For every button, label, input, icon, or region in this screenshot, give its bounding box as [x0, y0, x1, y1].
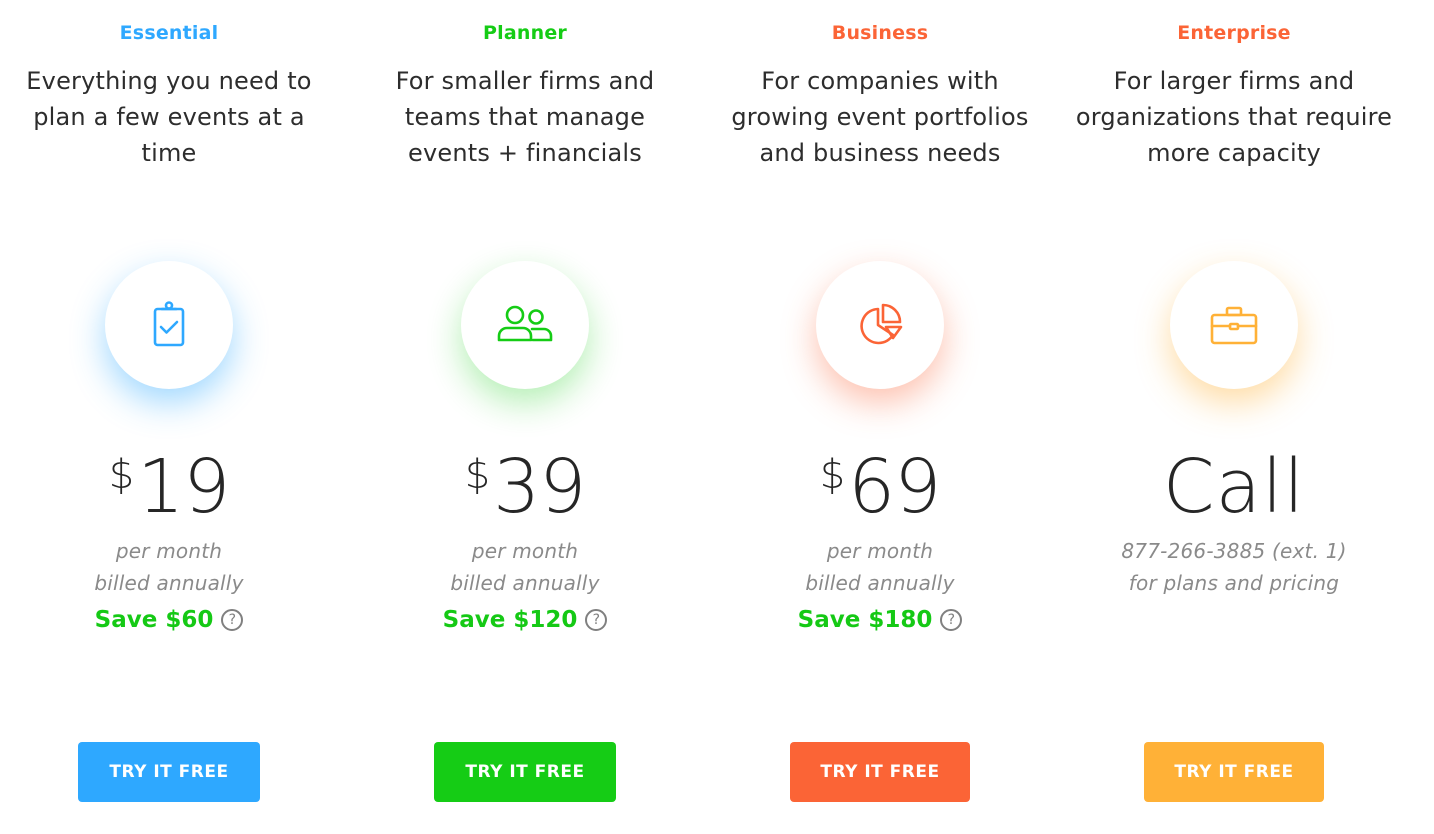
users-icon: [497, 305, 553, 342]
savings-label: Save $60: [94, 607, 214, 633]
savings-note: Save $60 ?: [0, 607, 339, 633]
plan-price: Call: [1064, 445, 1404, 549]
help-icon[interactable]: ?: [221, 609, 244, 631]
description-line: For companies with: [761, 67, 999, 95]
price-amount: Call: [1162, 444, 1306, 530]
description-line: and business needs: [759, 139, 1001, 167]
plan-card-essential: Essential Everything you need to plan a …: [0, 0, 339, 834]
try-it-free-button[interactable]: TRY IT FREE: [78, 742, 260, 802]
plan-price: $69: [710, 445, 1050, 549]
savings-note: Save $120 ?: [355, 607, 695, 633]
plan-card-business: Business For companies with growing even…: [710, 0, 1050, 834]
billing-line: per month: [471, 539, 579, 563]
plan-icon-circle: [1170, 261, 1298, 389]
plan-description: For companies with growing event portfol…: [710, 63, 1050, 171]
phone-number: 877-266-3885 (ext. 1): [1121, 539, 1347, 563]
billing-line: billed annually: [94, 571, 244, 595]
description-line: teams that manage: [404, 103, 646, 131]
plan-price: $19: [0, 445, 339, 549]
try-it-free-button[interactable]: TRY IT FREE: [434, 742, 616, 802]
plan-price: $39: [355, 445, 695, 549]
billing-note: per month billed annually: [355, 535, 695, 599]
plan-icon-circle: [461, 261, 589, 389]
briefcase-icon: [1210, 306, 1258, 345]
price-amount: 19: [137, 444, 230, 530]
help-icon[interactable]: ?: [940, 609, 963, 631]
try-it-free-button[interactable]: TRY IT FREE: [1144, 742, 1324, 802]
price-currency: $: [108, 452, 134, 498]
description-line: more capacity: [1147, 139, 1321, 167]
description-line: For larger firms and: [1113, 67, 1355, 95]
billing-note: per month billed annually: [710, 535, 1050, 599]
description-line: plan a few events at a: [33, 103, 305, 131]
billing-note: per month billed annually: [0, 535, 339, 599]
billing-line: per month: [826, 539, 934, 563]
plan-description: For smaller firms and teams that manage …: [355, 63, 695, 171]
price-currency: $: [464, 452, 490, 498]
price-amount: 39: [493, 444, 586, 530]
plan-description: Everything you need to plan a few events…: [0, 63, 339, 171]
pricing-plans: Essential Everything you need to plan a …: [0, 0, 1434, 834]
plan-icon-circle: [105, 261, 233, 389]
plan-name: Planner: [483, 22, 567, 44]
plan-card-planner: Planner For smaller firms and teams that…: [355, 0, 695, 834]
plan-name: Enterprise: [1177, 22, 1291, 44]
price-amount: 69: [848, 444, 941, 530]
billing-line: billed annually: [450, 571, 600, 595]
description-line: growing event portfolios: [731, 103, 1029, 131]
plan-description: For larger firms and organizations that …: [1064, 63, 1404, 171]
contact-note: 877-266-3885 (ext. 1) for plans and pric…: [1064, 535, 1404, 599]
savings-note: Save $180 ?: [710, 607, 1050, 633]
plan-name: Essential: [119, 22, 219, 44]
savings-label: Save $180: [797, 607, 933, 633]
try-it-free-button[interactable]: TRY IT FREE: [790, 742, 970, 802]
price-currency: $: [819, 452, 845, 498]
contact-line: for plans and pricing: [1128, 571, 1340, 595]
pie-chart-icon: [860, 303, 903, 345]
savings-label: Save $120: [442, 607, 578, 633]
description-line: events + financials: [407, 139, 642, 167]
clipboard-check-icon: [153, 301, 185, 347]
plan-card-enterprise: Enterprise For larger firms and organiza…: [1064, 0, 1404, 834]
description-line: organizations that require: [1075, 103, 1393, 131]
help-icon[interactable]: ?: [585, 609, 608, 631]
description-line: time: [141, 139, 197, 167]
billing-line: per month: [115, 539, 223, 563]
description-line: Everything you need to: [26, 67, 312, 95]
plan-icon-circle: [816, 261, 944, 389]
billing-line: billed annually: [805, 571, 955, 595]
description-line: For smaller firms and: [395, 67, 655, 95]
plan-name: Business: [831, 22, 929, 44]
